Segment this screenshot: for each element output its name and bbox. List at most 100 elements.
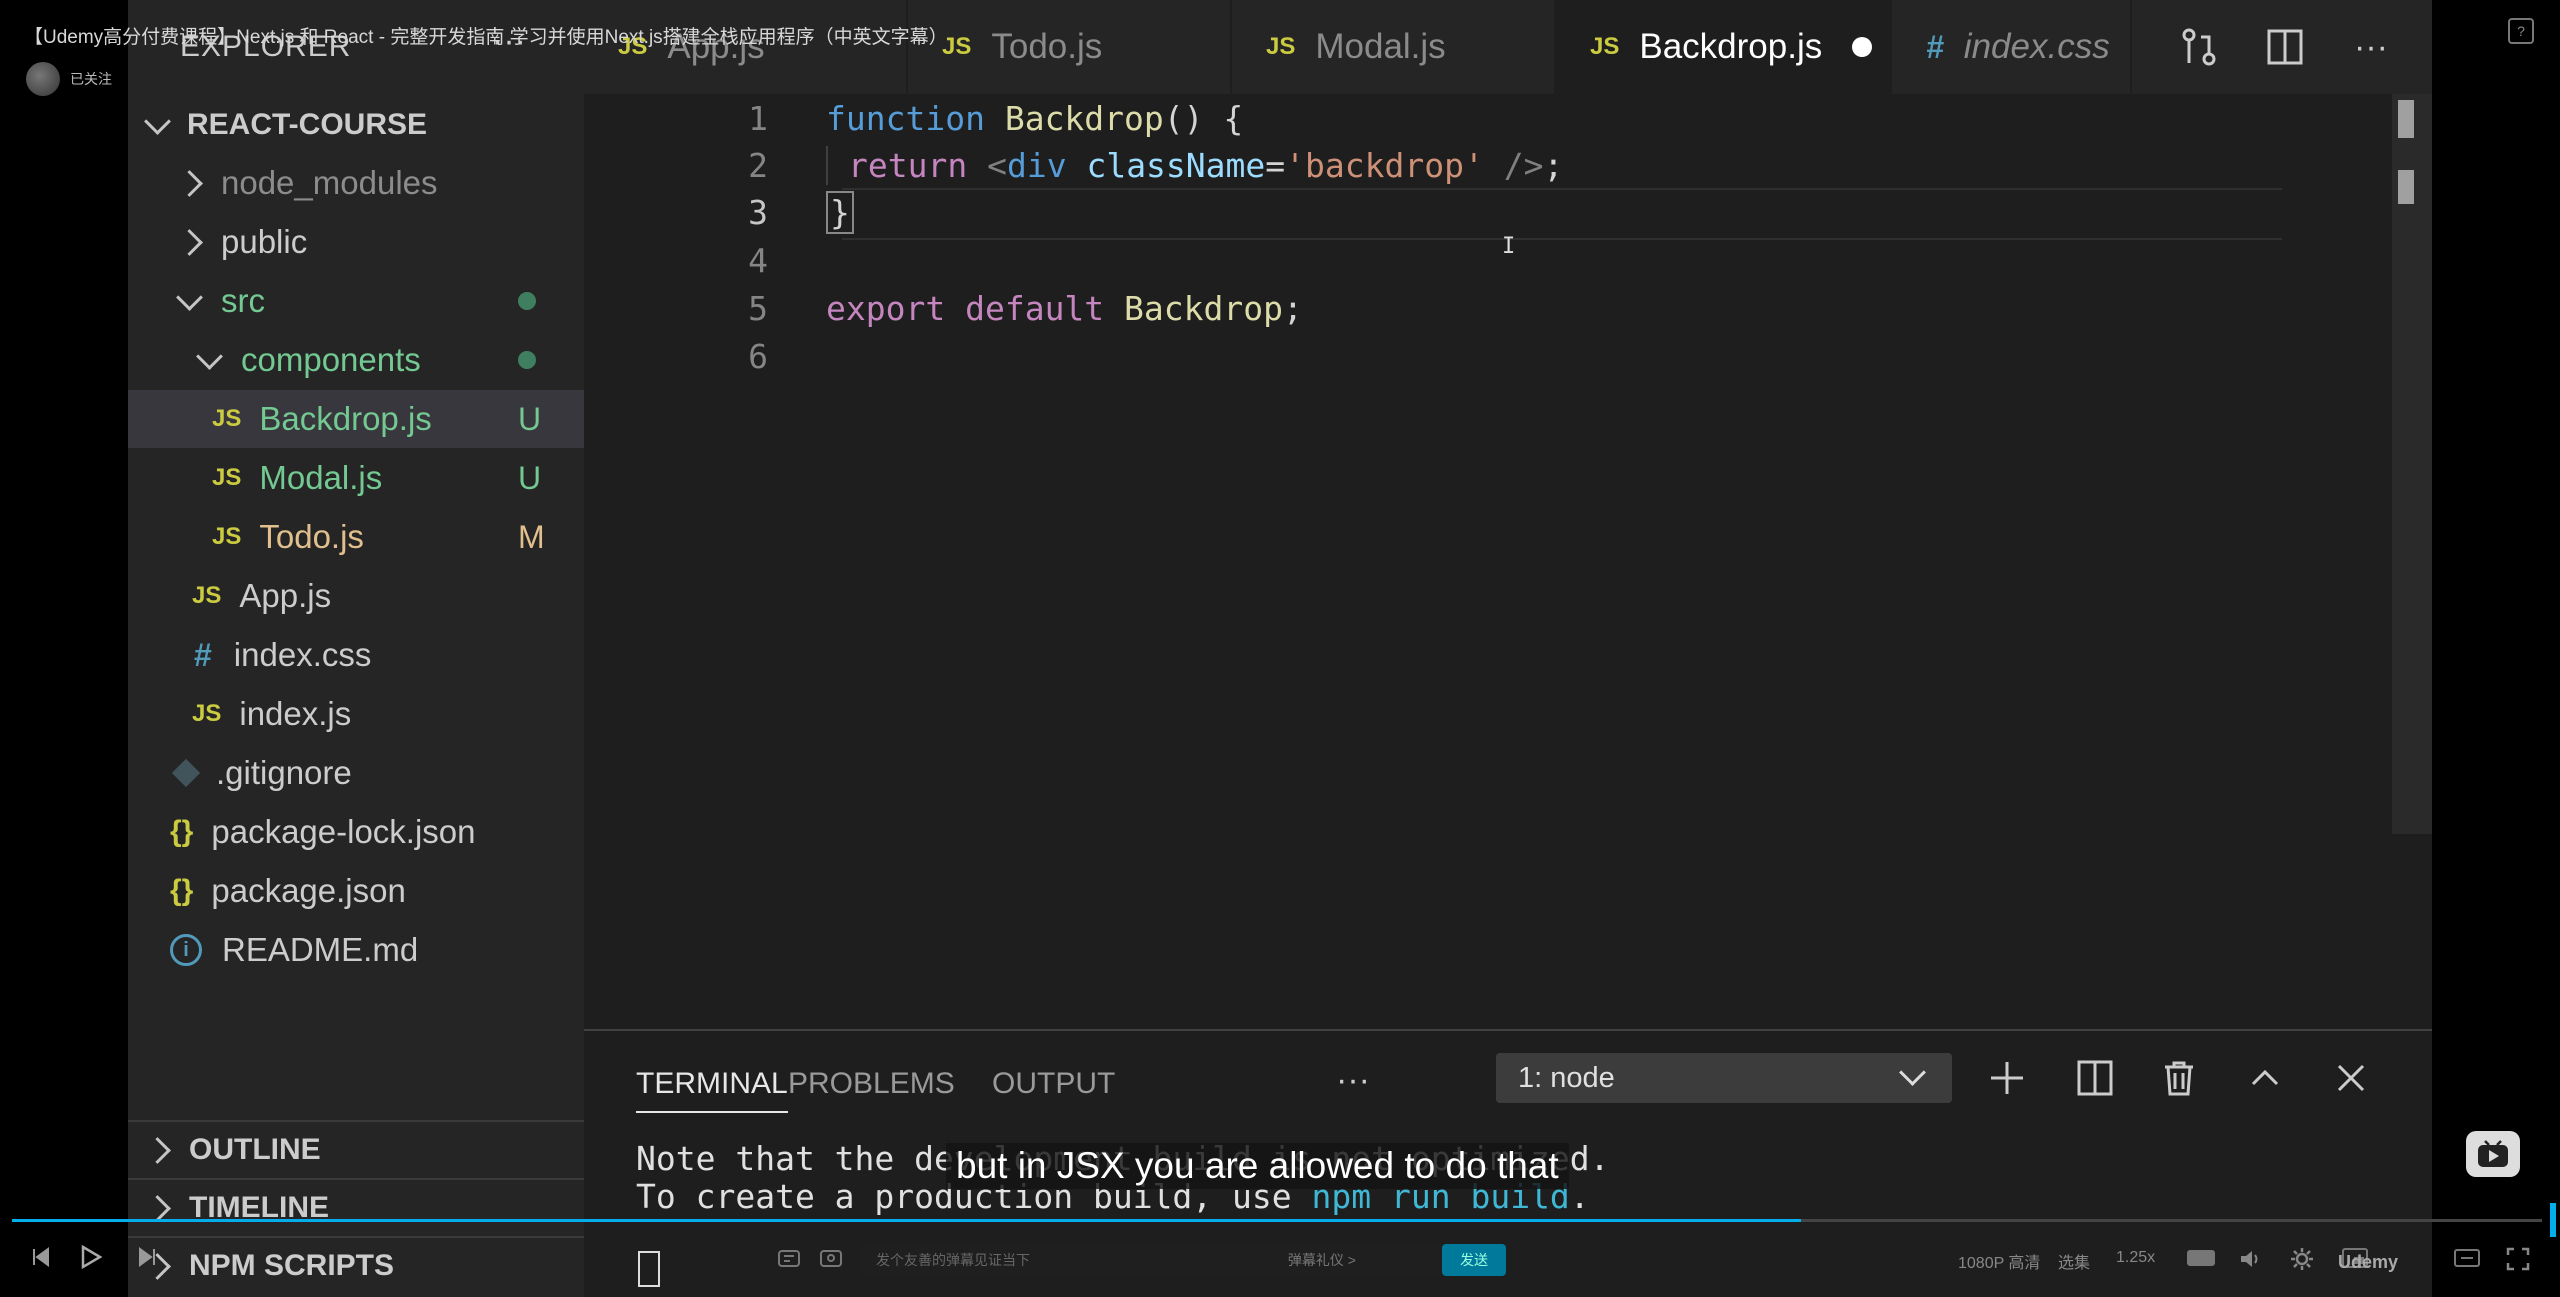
vscode-window: EXPLORER ··· REACT-COURSE node_modules p…	[128, 0, 2432, 1297]
section-label: NPM SCRIPTS	[189, 1249, 395, 1282]
code-editor[interactable]: 1 function Backdrop() { 2 return <div cl…	[584, 94, 2432, 1029]
video-title: 【Udemy高分付费课程】Next.js 和 React - 完整开发指南 学习…	[24, 27, 948, 48]
subtitle-toggle-icon[interactable]	[2186, 1248, 2216, 1274]
css-file-icon: #	[194, 636, 212, 673]
quality-selector[interactable]: 1080P 高清	[1958, 1249, 2040, 1273]
chevron-right-icon	[144, 1194, 171, 1222]
tree-item-readme[interactable]: i README.md	[128, 921, 584, 979]
unsaved-dot-icon[interactable]	[1852, 37, 1873, 57]
bilibili-tv-icon[interactable]	[2466, 1131, 2520, 1177]
section-outline[interactable]: OUTLINE	[128, 1120, 584, 1178]
more-actions-icon[interactable]: ···	[2346, 22, 2396, 72]
project-root[interactable]: REACT-COURSE	[128, 96, 584, 154]
tree-item-label: Todo.js	[259, 518, 364, 555]
speed-selector[interactable]: 1.25x	[2116, 1249, 2155, 1267]
tree-item-node-modules[interactable]: node_modules	[128, 154, 584, 212]
split-terminal-icon[interactable]	[2070, 1053, 2120, 1103]
git-badge-modified: M	[518, 518, 545, 555]
tree-item-gitignore[interactable]: .gitignore	[128, 744, 584, 802]
play-icon[interactable]	[78, 1244, 104, 1276]
tab-terminal[interactable]: TERMINAL	[636, 1067, 788, 1113]
danmu-toggle-icon[interactable]	[778, 1248, 800, 1274]
terminal-select-value: 1: node	[1518, 1061, 1615, 1094]
tree-item-index-css[interactable]: # index.css	[128, 626, 584, 684]
maximize-panel-icon[interactable]	[2240, 1053, 2290, 1103]
volume-icon[interactable]	[2238, 1248, 2262, 1276]
tab-index-css[interactable]: # index.css	[1892, 0, 2132, 94]
tree-item-index-js[interactable]: JS index.js	[128, 685, 584, 743]
trash-icon[interactable]	[2154, 1053, 2204, 1103]
git-badge-untracked: U	[518, 459, 542, 496]
help-icon[interactable]: ?	[2508, 18, 2534, 44]
danmu-etiquette-link[interactable]: 弹幕礼仪 >	[1288, 1250, 1356, 1270]
uploader-info[interactable]: 已关注	[26, 62, 112, 96]
tab-output[interactable]: OUTPUT	[992, 1067, 1115, 1101]
next-icon[interactable]	[136, 1246, 158, 1274]
split-editor-icon[interactable]	[2260, 22, 2310, 72]
tree-item-components[interactable]: components	[128, 331, 584, 389]
line-content: return <div className='backdrop' />;	[826, 145, 1563, 185]
panel-more-icon[interactable]: ···	[1336, 1061, 1370, 1100]
section-npm-scripts[interactable]: NPM SCRIPTS	[128, 1236, 584, 1294]
tree-item-label: README.md	[222, 931, 419, 968]
editor-scrollbar[interactable]	[2392, 94, 2432, 834]
css-file-icon: #	[1926, 28, 1944, 65]
close-panel-icon[interactable]	[2326, 1053, 2376, 1103]
chevron-right-icon	[176, 228, 203, 256]
line-number: 5	[748, 288, 768, 328]
git-file-icon	[171, 758, 201, 788]
section-timeline[interactable]: TIMELINE	[128, 1178, 584, 1236]
line-content: function Backdrop() {	[826, 98, 1244, 138]
tab-todo-js[interactable]: JS Todo.js	[908, 0, 1232, 94]
terminal-select[interactable]: 1: node	[1496, 1053, 1952, 1103]
settings-gear-icon[interactable]	[2290, 1247, 2314, 1277]
tree-item-public[interactable]: public	[128, 213, 584, 271]
line-content: }	[826, 190, 854, 234]
new-terminal-icon[interactable]	[1982, 1053, 2032, 1103]
follow-status: 已关注	[70, 71, 112, 87]
tree-item-package-json[interactable]: {} package.json	[128, 862, 584, 920]
send-danmu-button[interactable]: 发送	[1442, 1244, 1506, 1276]
tree-item-app-js[interactable]: JS App.js	[128, 567, 584, 625]
scrollbar-thumb[interactable]	[2398, 100, 2414, 138]
progress-end-marker	[2550, 1203, 2556, 1237]
uploader-avatar[interactable]	[26, 62, 60, 96]
udemy-watermark: Udemy	[2338, 1252, 2399, 1272]
tree-item-package-lock-json[interactable]: {} package-lock.json	[128, 803, 584, 861]
tree-item-src[interactable]: src	[128, 272, 584, 330]
project-name: REACT-COURSE	[187, 108, 428, 141]
widescreen-icon[interactable]	[2454, 1248, 2480, 1274]
terminal-cursor	[638, 1251, 660, 1287]
line-number: 2	[748, 145, 768, 185]
code-line: 5 export default Backdrop;	[584, 284, 2384, 332]
git-badge-untracked: U	[518, 400, 542, 437]
code-line-current: 3 }	[584, 188, 2384, 236]
js-file-icon: JS	[1590, 33, 1620, 60]
tab-label: index.css	[1963, 27, 2110, 66]
danmu-settings-icon[interactable]	[820, 1248, 842, 1274]
tab-backdrop-js[interactable]: JS Backdrop.js	[1556, 0, 1892, 94]
tree-item-todo-js[interactable]: JS Todo.js M	[128, 508, 584, 566]
tab-modal-js[interactable]: JS Modal.js	[1232, 0, 1556, 94]
video-subtitle: but in JSX you are allowed to do that	[946, 1143, 1569, 1189]
episodes-button[interactable]: 选集	[2058, 1249, 2090, 1273]
progress-fill	[12, 1219, 1801, 1222]
source-control-compare-icon[interactable]	[2174, 22, 2224, 72]
tree-item-backdrop-js[interactable]: JS Backdrop.js U	[128, 390, 584, 448]
modified-dot-icon	[518, 351, 536, 369]
danmu-input[interactable]: 发个友善的弹幕见证当下 弹幕礼仪 >	[862, 1244, 1442, 1276]
fullscreen-icon[interactable]	[2506, 1247, 2530, 1277]
tree-item-label: node_modules	[221, 164, 438, 201]
code-line: 2 return <div className='backdrop' />;	[584, 141, 2384, 189]
tree-item-modal-js[interactable]: JS Modal.js U	[128, 449, 584, 507]
tree-item-label: package.json	[211, 872, 406, 909]
tab-label: Todo.js	[991, 27, 1103, 66]
tab-problems[interactable]: PROBLEMS	[788, 1067, 955, 1101]
previous-icon[interactable]	[30, 1246, 52, 1274]
video-progress-bar[interactable]	[12, 1203, 2556, 1237]
tree-item-label: public	[221, 223, 308, 260]
json-file-icon: {}	[170, 874, 194, 907]
chevron-down-icon	[176, 283, 203, 311]
explorer-sidebar: EXPLORER ··· REACT-COURSE node_modules p…	[128, 0, 584, 1297]
tree-item-label: .gitignore	[216, 754, 352, 791]
